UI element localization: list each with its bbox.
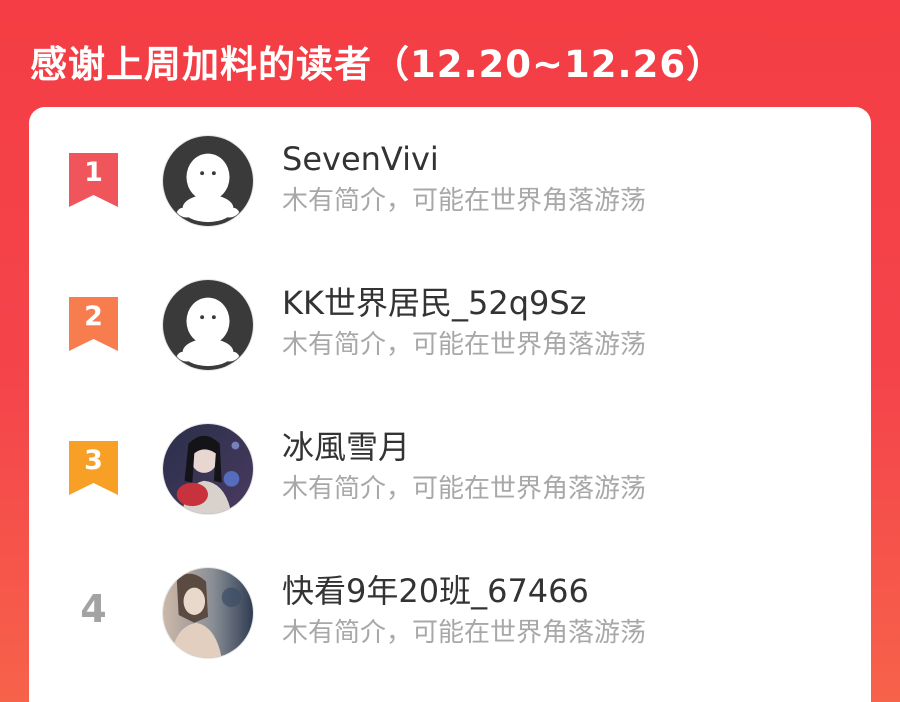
rank-number: 2	[84, 301, 103, 332]
photo-avatar-image	[163, 424, 253, 514]
list-item[interactable]: 1 SevenVivi 木有简介，可能在世界角落游荡	[29, 107, 871, 227]
avatar[interactable]	[162, 567, 254, 659]
reader-name[interactable]: 冰風雪月	[282, 427, 410, 467]
reader-bio: 木有简介，可能在世界角落游荡	[282, 186, 647, 216]
avatar[interactable]	[162, 279, 254, 371]
avatar[interactable]	[162, 135, 254, 227]
page-background: 感谢上周加料的读者（12.20~12.26） 1 SevenVivi 木有简介，…	[0, 0, 900, 702]
rank-number: 3	[84, 445, 103, 476]
rank-ribbon-badge: 3	[69, 441, 118, 495]
rank-ribbon-badge: 2	[69, 297, 118, 351]
reader-name[interactable]: SevenVivi	[282, 139, 439, 179]
list-item[interactable]: 4 快看9年20班_67466 木有简介，可能在世界角落游荡	[29, 539, 871, 659]
rank-number: 1	[84, 157, 103, 188]
readers-list-card: 1 SevenVivi 木有简介，可能在世界角落游荡 2 KK世界居民_52q9…	[29, 107, 871, 702]
rank-number: 4	[80, 587, 107, 631]
reader-name[interactable]: 快看9年20班_67466	[282, 571, 589, 611]
list-item[interactable]: 3 冰風雪月 木有简介，可能在世界角落游荡	[29, 395, 871, 515]
reader-bio: 木有简介，可能在世界角落游荡	[282, 618, 647, 648]
avatar[interactable]	[162, 423, 254, 515]
default-avatar-icon	[163, 136, 253, 226]
default-avatar-icon	[163, 280, 253, 370]
list-item[interactable]: 2 KK世界居民_52q9Sz 木有简介，可能在世界角落游荡	[29, 251, 871, 371]
reader-name[interactable]: KK世界居民_52q9Sz	[282, 283, 586, 323]
reader-bio: 木有简介，可能在世界角落游荡	[282, 330, 647, 360]
reader-bio: 木有简介，可能在世界角落游荡	[282, 474, 647, 504]
photo-avatar-image	[163, 568, 253, 658]
rank-ribbon-badge: 1	[69, 153, 118, 207]
page-title: 感谢上周加料的读者（12.20~12.26）	[30, 43, 725, 86]
